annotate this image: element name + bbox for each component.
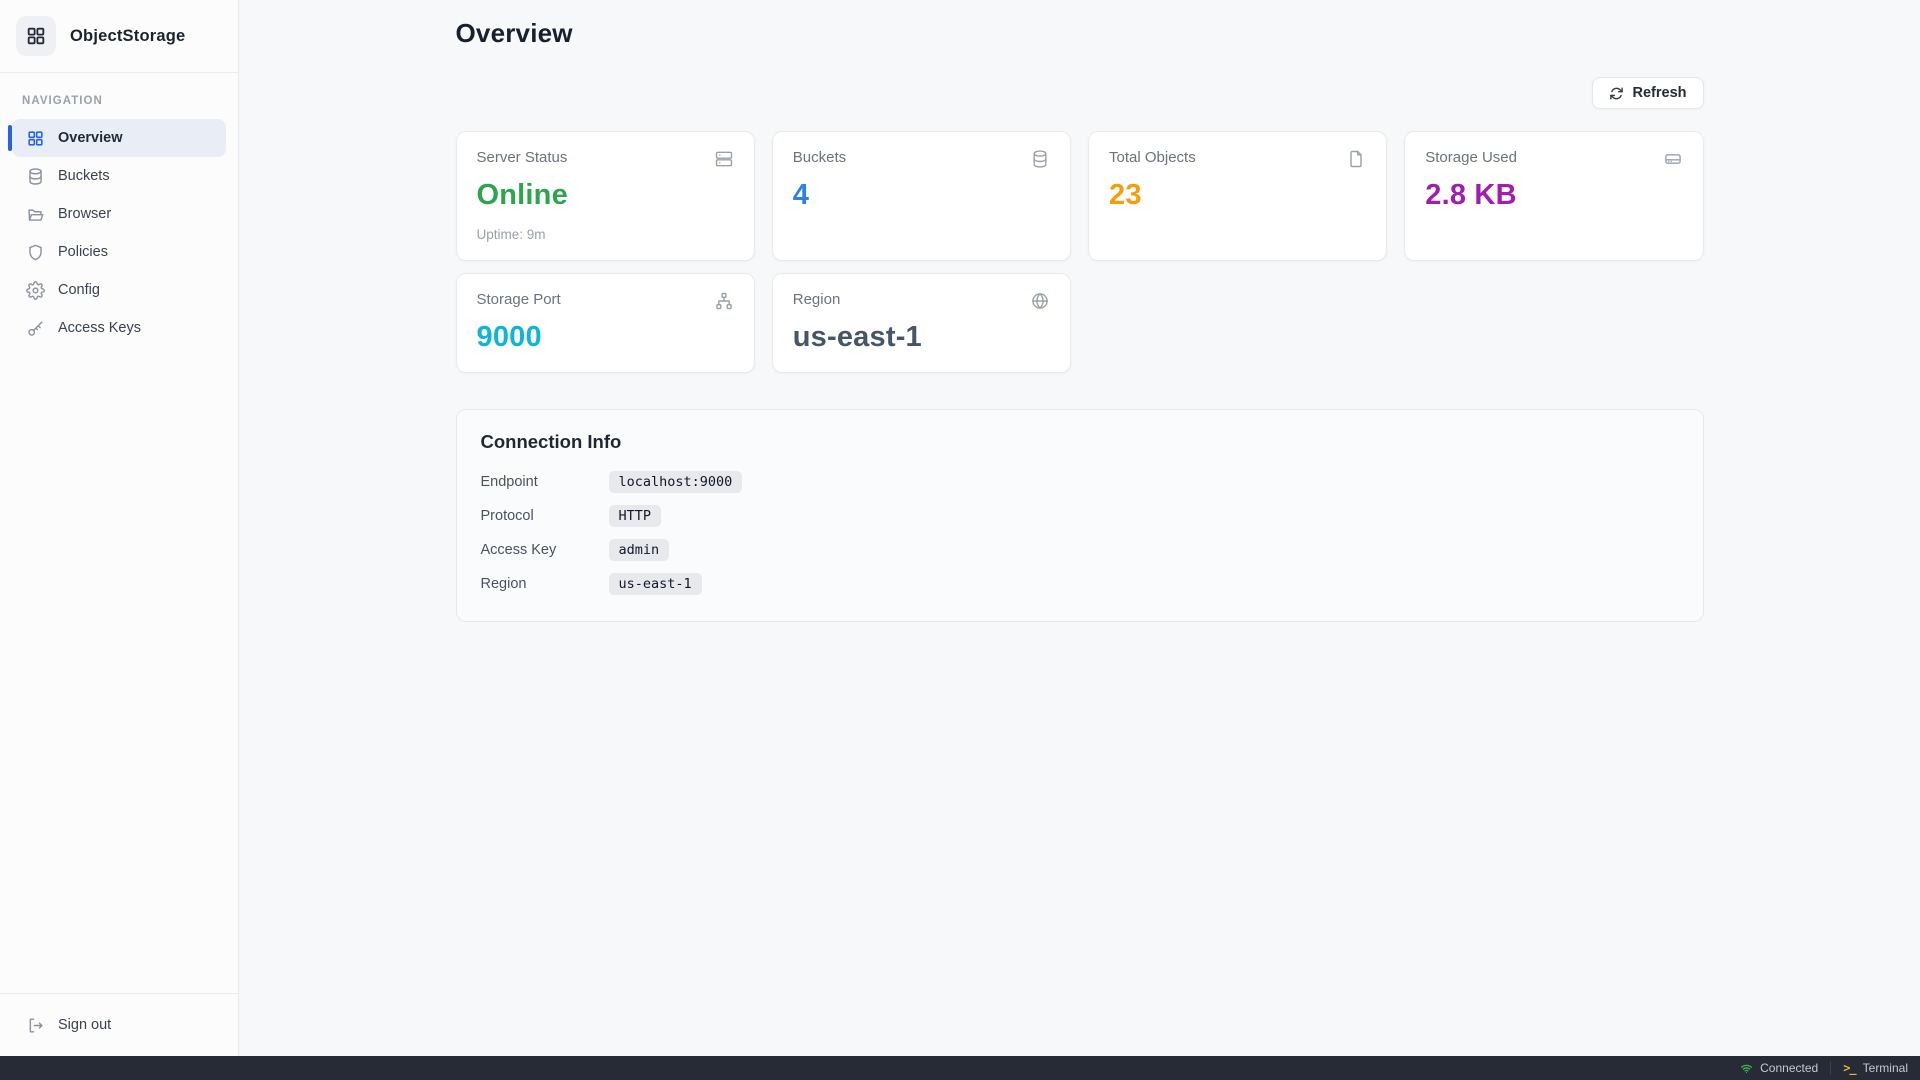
card-buckets: Buckets 4 [772,131,1071,261]
stat-cards-grid: Server Status Online Uptime: 9m Buckets [456,131,1704,373]
card-label: Region [793,291,841,308]
connection-row-value: admin [609,539,670,561]
gear-icon [26,281,45,300]
connection-status-label: Connected [1760,1061,1818,1075]
app-title: ObjectStorage [70,27,185,46]
card-region: Region us-east-1 [772,273,1071,373]
network-icon [714,291,734,311]
toolbar: Refresh [456,77,1704,109]
card-label: Storage Used [1425,149,1517,166]
card-label: Storage Port [477,291,561,308]
card-value: 9000 [477,321,734,354]
terminal-toggle[interactable]: >_ Terminal [1831,1056,1920,1080]
card-storage-used: Storage Used 2.8 KB [1404,131,1703,261]
card-value: 23 [1109,179,1366,212]
card-label: Total Objects [1109,149,1196,166]
sign-out-button[interactable]: Sign out [12,1006,226,1044]
nav-section-label: NAVIGATION [12,87,226,119]
sidebar-item-overview[interactable]: Overview [12,119,226,157]
main-content: Overview Refresh Server Status [239,0,1920,1056]
active-indicator-bar [8,125,12,151]
app-window: ObjectStorage NAVIGATION Overview Bucke [0,0,1920,1056]
card-storage-port: Storage Port 9000 [456,273,755,373]
card-value: us-east-1 [793,321,1050,354]
app-logo: ObjectStorage [0,0,238,72]
key-icon [26,319,45,338]
connection-row-label: Endpoint [481,474,609,490]
card-server-status: Server Status Online Uptime: 9m [456,131,755,261]
sidebar-item-label: Buckets [58,168,110,184]
connection-row-label: Access Key [481,542,609,558]
card-label: Buckets [793,149,846,166]
app-logo-icon [16,16,56,56]
sidebar-item-access-keys[interactable]: Access Keys [12,309,226,347]
terminal-label: Terminal [1863,1061,1908,1075]
sidebar-item-browser[interactable]: Browser [12,195,226,233]
server-icon [714,149,734,169]
folder-open-icon [26,205,45,224]
sidebar: ObjectStorage NAVIGATION Overview Bucke [0,0,239,1056]
dashboard-grid-icon [26,129,45,148]
connection-row-access-key: Access Key admin [481,539,1679,561]
connection-row-endpoint: Endpoint localhost:9000 [481,471,1679,493]
refresh-button[interactable]: Refresh [1592,77,1704,109]
refresh-label: Refresh [1633,85,1687,101]
sidebar-item-policies[interactable]: Policies [12,233,226,271]
refresh-icon [1609,86,1624,101]
sidebar-footer: Sign out [0,993,238,1056]
hard-drive-icon [1663,149,1683,169]
shield-icon [26,243,45,262]
card-label: Server Status [477,149,568,166]
file-icon [1346,149,1366,169]
card-value: 2.8 KB [1425,179,1682,212]
connection-row-label: Protocol [481,508,609,524]
page-title: Overview [456,18,1704,49]
sidebar-item-label: Policies [58,244,108,260]
sidebar-item-buckets[interactable]: Buckets [12,157,226,195]
sidebar-item-label: Access Keys [58,320,141,336]
connection-row-value: us-east-1 [609,573,702,595]
connection-row-value: localhost:9000 [609,471,743,493]
globe-icon [1030,291,1050,311]
connection-row-region: Region us-east-1 [481,573,1679,595]
terminal-icon: >_ [1843,1061,1855,1075]
sidebar-item-label: Browser [58,206,111,222]
database-icon [1030,149,1050,169]
connection-info-title: Connection Info [481,431,1679,453]
connection-status: Connected [1728,1056,1830,1080]
sign-out-icon [26,1016,45,1035]
dashboard-grid-icon [25,25,47,47]
status-bar: Connected >_ Terminal [0,1056,1920,1080]
connection-info-panel: Connection Info Endpoint localhost:9000 … [456,409,1704,622]
sign-out-label: Sign out [58,1017,111,1033]
sidebar-nav: NAVIGATION Overview Buckets [0,73,238,993]
sidebar-item-config[interactable]: Config [12,271,226,309]
database-icon [26,167,45,186]
card-subtitle: Uptime: 9m [477,227,734,242]
card-value: 4 [793,179,1050,212]
sidebar-item-label: Config [58,282,100,298]
connection-row-label: Region [481,576,609,592]
card-value: Online [477,179,734,212]
card-total-objects: Total Objects 23 [1088,131,1387,261]
connection-row-protocol: Protocol HTTP [481,505,1679,527]
sidebar-item-label: Overview [58,130,123,146]
wifi-icon [1740,1062,1753,1075]
connection-row-value: HTTP [609,505,662,527]
